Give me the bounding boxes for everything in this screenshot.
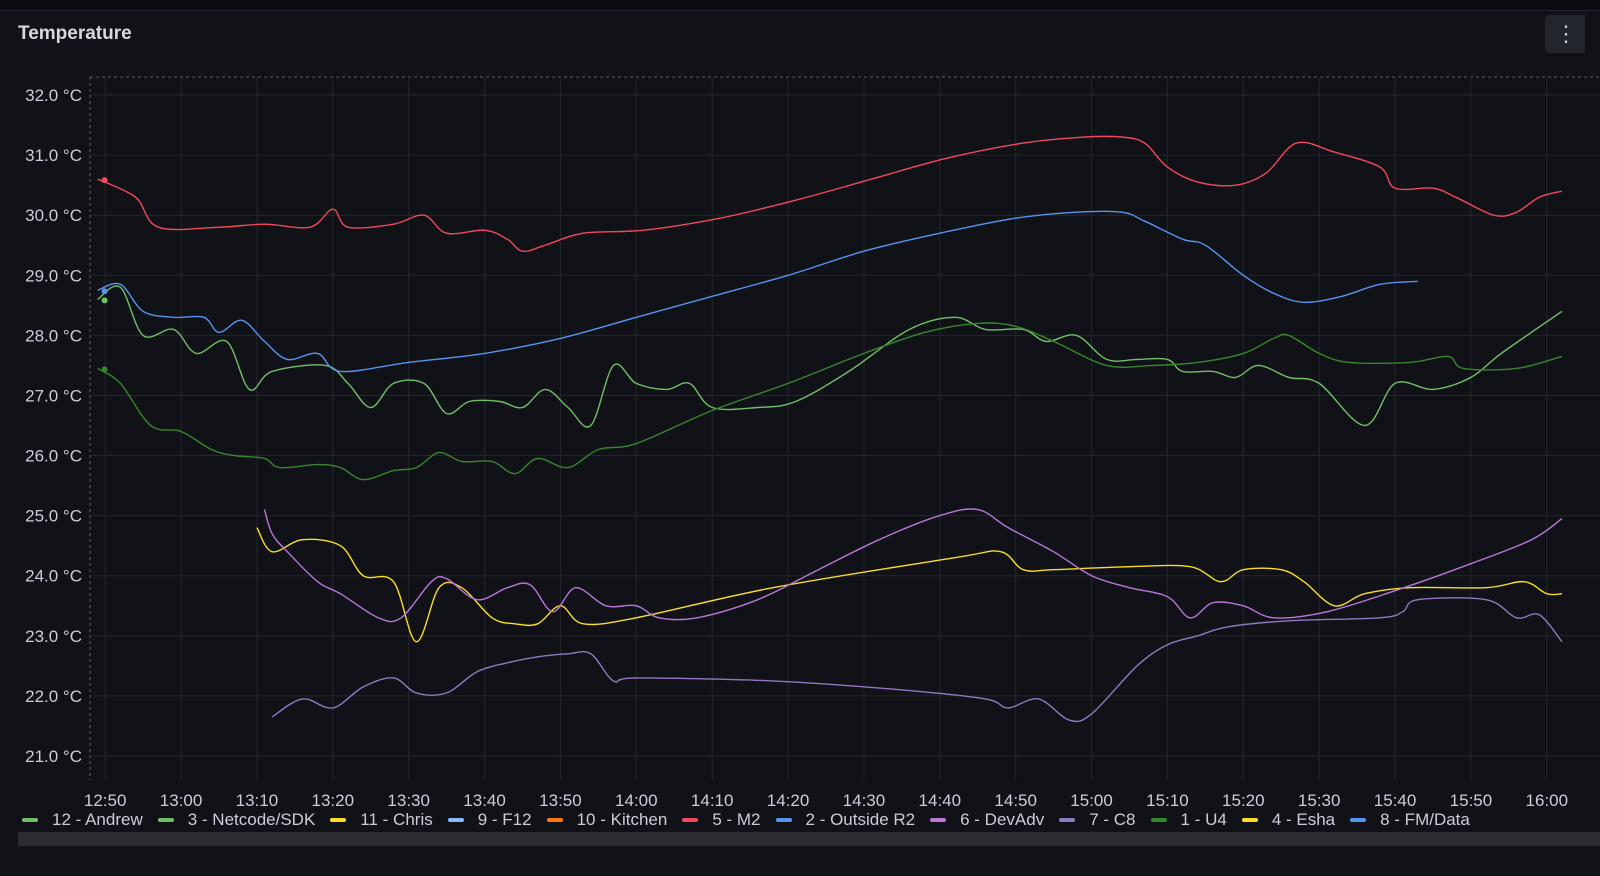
x-tick-label: 13:40 <box>463 791 506 810</box>
y-tick-label: 28.0 °C <box>25 326 82 345</box>
legend-label: 5 - M2 <box>712 810 761 829</box>
legend-swatch <box>546 818 563 822</box>
legend-label: 1 - U4 <box>1180 810 1227 829</box>
x-tick-label: 15:10 <box>1146 791 1189 810</box>
legend: 12 - Andrew 3 - Netcode/SDK 11 - Chris 9 - … <box>22 810 1485 830</box>
legend-item-10-kitchen[interactable]: 10 - Kitchen <box>546 810 668 830</box>
legend-label: 11 - Chris <box>360 810 433 829</box>
x-tick-label: 15:50 <box>1450 791 1493 810</box>
legend-item-2-outside-r2[interactable]: 2 - Outside R2 <box>775 810 916 830</box>
legend-swatch <box>1150 818 1167 822</box>
legend-label: 4 - Esha <box>1271 810 1336 829</box>
legend-item-12-andrew[interactable]: 12 - Andrew <box>22 810 143 830</box>
legend-swatch <box>22 818 38 822</box>
legend-label: 8 - FM/Data <box>1380 810 1470 829</box>
series-line-3-netcode-sdk <box>97 285 1563 428</box>
legend-item-4-esha[interactable]: 4 - Esha <box>1241 810 1336 830</box>
x-tick-label: 14:00 <box>615 791 658 810</box>
x-tick-label: 15:40 <box>1374 791 1417 810</box>
legend-label: 10 - Kitchen <box>576 810 668 829</box>
x-tick-label: 15:20 <box>1222 791 1265 810</box>
legend-item-5-m2[interactable]: 5 - M2 <box>682 810 761 830</box>
series-line-5-m2 <box>97 135 1563 253</box>
legend-swatch <box>930 818 947 822</box>
x-tick-label: 13:20 <box>312 791 355 810</box>
legend-swatch <box>1059 818 1076 822</box>
x-tick-label: 14:40 <box>919 791 962 810</box>
x-tick-label: 13:50 <box>539 791 582 810</box>
legend-swatch <box>1350 818 1367 822</box>
y-tick-label: 24.0 °C <box>25 567 82 586</box>
y-tick-label: 23.0 °C <box>25 627 82 646</box>
y-tick-label: 22.0 °C <box>25 687 82 706</box>
series-point-3-netcode-sdk <box>101 297 108 304</box>
x-tick-label: 12:50 <box>84 791 127 810</box>
series-line-1-u4 <box>97 322 1563 481</box>
series-line-7-c8 <box>271 597 1563 723</box>
legend-swatch <box>447 818 464 822</box>
y-tick-label: 27.0 °C <box>25 386 82 405</box>
legend-swatch <box>775 818 792 822</box>
legend-item-3-netcode-sdk[interactable]: 3 - Netcode/SDK <box>157 810 316 830</box>
x-tick-label: 14:20 <box>767 791 810 810</box>
x-tick-label: 15:30 <box>1298 791 1341 810</box>
x-tick-label: 15:00 <box>1070 791 1113 810</box>
x-tick-label: 16:00 <box>1526 791 1569 810</box>
legend-label: 12 - Andrew <box>52 810 143 829</box>
legend-label: 2 - Outside R2 <box>805 810 916 829</box>
x-tick-label: 13:00 <box>160 791 203 810</box>
temperature-chart: 32.0 °C 31.0 °C 30.0 °C 29.0 °C 28.0 °C 27.0 … <box>25 76 1600 810</box>
legend-swatch <box>682 818 699 822</box>
series-point-5-m2 <box>101 177 108 184</box>
legend-item-9-f12[interactable]: 9 - F12 <box>447 810 532 830</box>
legend-item-6-devadv[interactable]: 6 - DevAdv <box>930 810 1044 830</box>
series-line-6-devadv <box>263 508 1563 623</box>
horizontal-scrollbar[interactable] <box>18 832 1600 846</box>
x-tick-label: 13:10 <box>236 791 279 810</box>
x-tick-label: 14:30 <box>843 791 886 810</box>
legend-item-7-c8[interactable]: 7 - C8 <box>1059 810 1136 830</box>
legend-label: 6 - DevAdv <box>960 810 1045 829</box>
series-point-2-outside-r2 <box>101 288 108 295</box>
y-tick-label: 29.0 °C <box>25 266 82 285</box>
series-point-1-u4 <box>101 366 108 373</box>
series-line-11-chris <box>256 527 1563 643</box>
legend-swatch <box>330 818 347 822</box>
legend-label: 9 - F12 <box>477 810 532 829</box>
series-line-2-outside-r2 <box>97 210 1418 373</box>
legend-swatch <box>1241 818 1258 822</box>
x-tick-label: 14:10 <box>691 791 734 810</box>
x-tick-label: 14:50 <box>994 791 1037 810</box>
legend-label: 3 - Netcode/SDK <box>187 810 316 829</box>
y-tick-label: 32.0 °C <box>25 86 82 105</box>
y-tick-label: 21.0 °C <box>25 747 82 766</box>
x-tick-label: 13:30 <box>387 791 430 810</box>
legend-item-8-fm-data[interactable]: 8 - FM/Data <box>1350 810 1470 830</box>
y-tick-label: 26.0 °C <box>25 447 82 466</box>
legend-label: 7 - C8 <box>1089 810 1136 829</box>
legend-item-1-u4[interactable]: 1 - U4 <box>1150 810 1227 830</box>
legend-item-11-chris[interactable]: 11 - Chris <box>330 810 433 830</box>
legend-swatch <box>157 818 174 822</box>
y-tick-label: 30.0 °C <box>25 206 82 225</box>
y-tick-label: 31.0 °C <box>25 146 82 165</box>
y-tick-label: 25.0 °C <box>25 507 82 526</box>
